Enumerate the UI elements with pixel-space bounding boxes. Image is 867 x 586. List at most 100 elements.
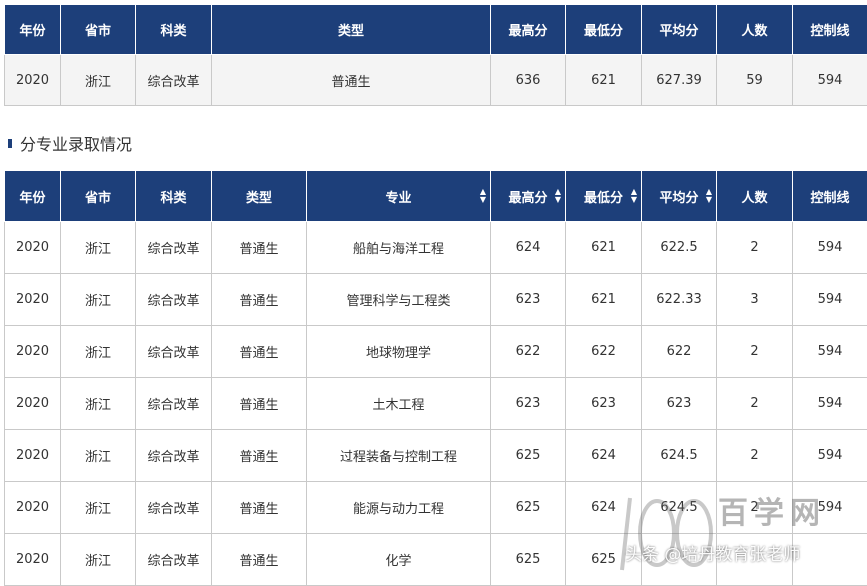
table-cell: 2020 [5, 274, 61, 326]
major-table: 年份省市科类类型专业▲▼最高分▲▼最低分▲▼平均分▲▼人数控制线 2020浙江综… [4, 170, 867, 586]
table-cell: 3 [717, 274, 793, 326]
summary-cell: 627.39 [642, 55, 717, 106]
table-cell: 625 [491, 534, 566, 586]
table-row: 2020浙江综合改革普通生土木工程6236236232594 [5, 378, 867, 430]
summary-header-row: 年份省市科类类型最高分最低分平均分人数控制线 [5, 5, 867, 55]
header-label: 最低分 [584, 191, 623, 206]
header-label: 控制线 [810, 191, 849, 206]
table-cell: 普通生 [212, 222, 307, 274]
summary-header-cell: 类型 [212, 5, 491, 55]
sort-icon[interactable]: ▲▼ [480, 188, 486, 204]
table-cell: 625 [491, 482, 566, 534]
summary-cell: 594 [793, 55, 867, 106]
table-cell: 625 [491, 430, 566, 482]
sortable-header[interactable]: 专业▲▼ [307, 171, 491, 222]
summary-table: 年份省市科类类型最高分最低分平均分人数控制线 2020浙江综合改革普通生6366… [4, 4, 867, 106]
table-cell: 622.33 [642, 274, 717, 326]
table-cell: 2020 [5, 378, 61, 430]
major-header-row: 年份省市科类类型专业▲▼最高分▲▼最低分▲▼平均分▲▼人数控制线 [5, 171, 867, 222]
table-cell: 普通生 [212, 534, 307, 586]
table-cell: 623 [491, 378, 566, 430]
table-cell: 2020 [5, 222, 61, 274]
table-cell: 594 [793, 326, 867, 378]
table-cell: 综合改革 [136, 274, 212, 326]
table-cell: 普通生 [212, 378, 307, 430]
header-cell: 科类 [136, 171, 212, 222]
header-label: 省市 [85, 191, 111, 206]
table-cell: 621 [566, 274, 642, 326]
header-cell: 年份 [5, 171, 61, 222]
table-cell: 地球物理学 [307, 326, 491, 378]
table-cell: 浙江 [61, 378, 136, 430]
summary-cell: 636 [491, 55, 566, 106]
table-cell: 623 [566, 378, 642, 430]
table-cell: 普通生 [212, 482, 307, 534]
table-cell: 622 [566, 326, 642, 378]
table-cell: 化学 [307, 534, 491, 586]
table-cell: 2020 [5, 430, 61, 482]
table-cell: 624 [491, 222, 566, 274]
table-cell [793, 534, 867, 586]
sortable-header[interactable]: 最高分 ▲▼ [491, 171, 566, 222]
summary-header-cell: 人数 [717, 5, 793, 55]
table-cell: 浙江 [61, 482, 136, 534]
summary-row: 2020浙江综合改革普通生636621627.3959594 [5, 55, 867, 106]
header-label: 年份 [19, 191, 45, 206]
table-cell: 2 [717, 378, 793, 430]
table-cell: 622 [491, 326, 566, 378]
table-cell: 624 [566, 482, 642, 534]
table-cell: 综合改革 [136, 222, 212, 274]
table-cell: 普通生 [212, 326, 307, 378]
table-cell: 综合改革 [136, 326, 212, 378]
header-label: 人数 [741, 191, 767, 206]
summary-header-cell: 平均分 [642, 5, 717, 55]
header-cell: 控制线 [793, 171, 867, 222]
table-cell: 浙江 [61, 274, 136, 326]
summary-cell: 普通生 [212, 55, 491, 106]
summary-cell: 综合改革 [136, 55, 212, 106]
header-cell: 省市 [61, 171, 136, 222]
table-cell: 管理科学与工程类 [307, 274, 491, 326]
table-cell: 浙江 [61, 534, 136, 586]
table-cell: 浙江 [61, 222, 136, 274]
table-cell: 浙江 [61, 430, 136, 482]
table-cell: 594 [793, 430, 867, 482]
summary-header-cell: 科类 [136, 5, 212, 55]
sort-icon[interactable]: ▲▼ [555, 188, 561, 204]
summary-cell: 621 [566, 55, 642, 106]
sortable-header[interactable]: 平均分 ▲▼ [642, 171, 717, 222]
table-cell: 624.5 [642, 430, 717, 482]
table-cell: 625 [566, 534, 642, 586]
header-label: 科类 [160, 191, 186, 206]
table-row: 2020浙江综合改革普通生船舶与海洋工程624621622.52594 [5, 222, 867, 274]
table-cell [717, 534, 793, 586]
header-label: 平均分 [659, 191, 698, 206]
sort-icon[interactable]: ▲▼ [631, 188, 637, 204]
table-cell: 623 [491, 274, 566, 326]
sort-icon[interactable]: ▲▼ [706, 188, 712, 204]
table-row: 2020浙江综合改革普通生能源与动力工程625624624.52594 [5, 482, 867, 534]
table-cell: 土木工程 [307, 378, 491, 430]
table-row: 2020浙江综合改革普通生过程装备与控制工程625624624.52594 [5, 430, 867, 482]
summary-header-cell: 年份 [5, 5, 61, 55]
summary-cell: 2020 [5, 55, 61, 106]
section-marker [8, 139, 12, 148]
table-cell: 2020 [5, 326, 61, 378]
table-cell: 2020 [5, 482, 61, 534]
table-cell: 浙江 [61, 326, 136, 378]
table-cell: 594 [793, 378, 867, 430]
table-cell: 2 [717, 482, 793, 534]
table-cell: 623 [642, 378, 717, 430]
table-row: 2020浙江综合改革普通生地球物理学6226226222594 [5, 326, 867, 378]
summary-header-cell: 省市 [61, 5, 136, 55]
table-cell: 594 [793, 222, 867, 274]
table-cell: 594 [793, 274, 867, 326]
sortable-header[interactable]: 最低分 ▲▼ [566, 171, 642, 222]
header-label: 最高分 [508, 191, 547, 206]
table-cell: 2 [717, 430, 793, 482]
table-cell: 594 [793, 482, 867, 534]
table-cell: 过程装备与控制工程 [307, 430, 491, 482]
summary-cell: 59 [717, 55, 793, 106]
table-cell: 能源与动力工程 [307, 482, 491, 534]
summary-header-cell: 控制线 [793, 5, 867, 55]
